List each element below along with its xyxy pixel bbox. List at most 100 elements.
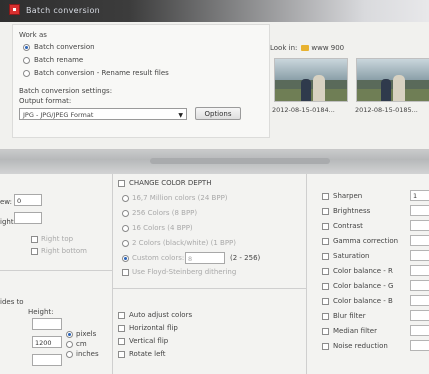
adjustment-value-input[interactable] (410, 325, 429, 336)
adjustment-label: Color balance - B (333, 297, 393, 305)
unit-cm-label: cm (76, 340, 87, 348)
thumbnail-1-caption: 2012-08-15-0184... (272, 106, 335, 114)
adjustment-checkbox[interactable] (322, 208, 329, 215)
custom-colors-input[interactable]: 8 (185, 252, 225, 264)
horizontal-flip-label: Horizontal flip (129, 324, 178, 332)
depth-1bpp-radio[interactable] (122, 240, 129, 247)
adjustment-label: Color balance - R (333, 267, 393, 275)
thumbnail-figure (313, 75, 325, 101)
custom-colors-value: 8 (188, 255, 193, 263)
column-divider (112, 174, 113, 374)
thumbnail-1[interactable] (274, 58, 348, 102)
right-bottom-checkbox[interactable] (31, 248, 38, 255)
adjustment-label: Blur filter (333, 312, 366, 320)
thumbnail-figure (381, 79, 391, 101)
unit-inches-radio[interactable] (66, 351, 73, 358)
folder-name[interactable]: www 900 (311, 44, 344, 52)
thumbnail-ground (275, 89, 347, 101)
depth-24bpp-radio[interactable] (122, 195, 129, 202)
depth-1bpp-label: 2 Colors (black/white) (1 BPP) (132, 239, 236, 247)
adjustment-checkbox[interactable] (322, 343, 329, 350)
look-in-row: Look in: www 900 (270, 44, 344, 52)
custom-colors-range: (2 - 256) (230, 254, 261, 262)
adjustment-value-input[interactable] (410, 220, 429, 231)
adjustment-value-input[interactable] (410, 310, 429, 321)
right-top-checkbox[interactable] (31, 236, 38, 243)
radio-conversion-rename-label: Batch conversion - Rename result files (34, 69, 169, 77)
adjustment-checkbox[interactable] (322, 268, 329, 275)
options-button[interactable]: Options (195, 107, 241, 120)
horizontal-flip-checkbox[interactable] (118, 325, 125, 332)
adjustment-label: Noise reduction (333, 342, 388, 350)
adjustment-value-input[interactable]: 1 (410, 190, 429, 201)
thumbnail-2-caption: 2012-08-15-0185... (355, 106, 418, 114)
window-title: Batch conversion (26, 6, 101, 15)
output-format-label: Output format: (19, 97, 72, 105)
adjustment-value-input[interactable] (410, 235, 429, 246)
depth-4bpp-radio[interactable] (122, 225, 129, 232)
column-divider (306, 174, 307, 374)
adjustment-value-input[interactable] (410, 295, 429, 306)
divider (0, 270, 112, 271)
radio-conversion-rename[interactable] (23, 70, 30, 77)
depth-8bpp-radio[interactable] (122, 210, 129, 217)
change-color-depth-label: CHANGE COLOR DEPTH (129, 179, 212, 187)
width-input[interactable] (32, 318, 62, 330)
unit-pixels-radio[interactable] (66, 331, 73, 338)
adjustment-value-input[interactable] (410, 265, 429, 276)
auto-adjust-label: Auto adjust colors (129, 311, 193, 319)
adjustment-checkbox[interactable] (322, 253, 329, 260)
unit-cm-radio[interactable] (66, 341, 73, 348)
custom-colors-radio[interactable] (122, 255, 129, 262)
radio-batch-conversion[interactable] (23, 44, 30, 51)
right-bottom-label: Right bottom (41, 247, 87, 255)
look-in-label: Look in: (270, 44, 298, 52)
adjustment-value-input[interactable] (410, 250, 429, 261)
change-color-depth-checkbox[interactable] (118, 180, 125, 187)
height-input[interactable]: 1200 (32, 336, 62, 348)
thumbnail-sky (275, 59, 347, 80)
settings-heading: Batch conversion settings: (19, 87, 113, 95)
unit-inches-label: inches (76, 350, 99, 358)
rotate-checkbox[interactable] (118, 351, 125, 358)
folder-icon (301, 45, 310, 51)
adjustment-checkbox[interactable] (322, 223, 329, 230)
adjustment-checkbox[interactable] (322, 313, 329, 320)
radio-batch-rename[interactable] (23, 57, 30, 64)
chevron-down-icon: ▼ (178, 112, 183, 119)
adjustment-label: Contrast (333, 222, 363, 230)
thumbnail-2[interactable] (356, 58, 429, 102)
adjustment-label: Gamma correction (333, 237, 399, 245)
adjustment-value-input[interactable] (410, 280, 429, 291)
dithering-checkbox[interactable] (122, 269, 129, 276)
right-top-label: Right top (41, 235, 74, 243)
vertical-flip-checkbox[interactable] (118, 338, 125, 345)
adjustment-value-input[interactable] (410, 340, 429, 351)
adjustment-value-input[interactable] (410, 205, 429, 216)
advanced-options-panel: ew: 0 ight: Right top Right bottom ides … (0, 174, 429, 374)
radio-batch-conversion-label: Batch conversion (34, 43, 95, 51)
adjustment-checkbox[interactable] (322, 193, 329, 200)
adjustment-checkbox[interactable] (322, 298, 329, 305)
output-format-select[interactable]: JPG - JPG/JPEG Format ▼ (19, 108, 187, 120)
adjustment-checkbox[interactable] (322, 238, 329, 245)
dithering-label: Use Floyd-Steinberg dithering (132, 268, 237, 276)
auto-adjust-checkbox[interactable] (118, 312, 125, 319)
adjustment-label: Brightness (333, 207, 371, 215)
output-format-value: JPG - JPG/JPEG Format (23, 111, 94, 119)
field2-input[interactable] (14, 212, 42, 224)
field1-label: ew: (0, 198, 13, 206)
thumbnail-figure (301, 79, 311, 101)
depth-8bpp-label: 256 Colors (8 BPP) (132, 209, 198, 217)
field1-input[interactable]: 0 (14, 194, 42, 206)
size-input-3[interactable] (32, 354, 62, 366)
adjustment-checkbox[interactable] (322, 283, 329, 290)
work-as-heading: Work as (19, 31, 47, 39)
resize-label: ides to (0, 298, 24, 306)
thumbnail-figure (393, 75, 405, 101)
batch-dialog: Batch conversion Work as Batch conversio… (0, 0, 429, 150)
height-label: Height: (28, 308, 54, 316)
rotate-label: Rotate left (129, 350, 166, 358)
divider (112, 288, 306, 289)
adjustment-checkbox[interactable] (322, 328, 329, 335)
